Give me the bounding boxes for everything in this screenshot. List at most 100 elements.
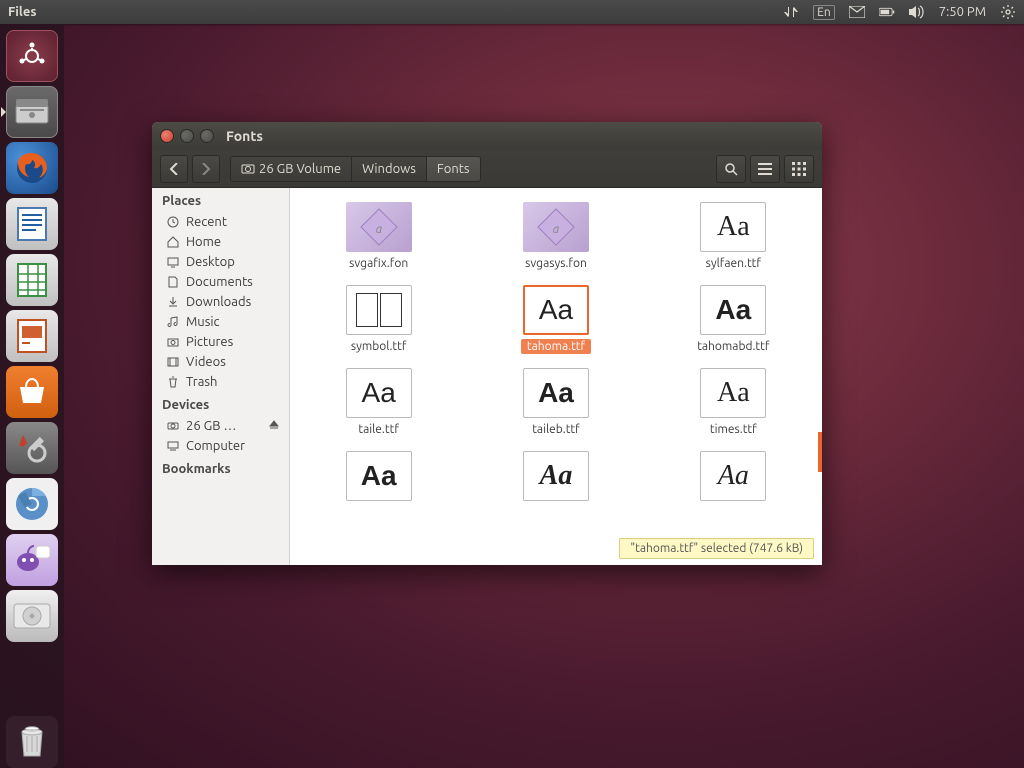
battery-icon[interactable] [879,4,895,20]
computer-icon [166,439,180,453]
file-name: tahomabd.ttf [691,339,775,354]
breadcrumb: 26 GB Volume Windows Fonts [230,156,481,182]
download-icon [166,295,180,309]
font-thumb-icon: Aa [523,285,589,335]
sidebar-item-home[interactable]: Home [152,232,289,252]
mail-icon[interactable] [849,4,865,20]
svg-text:a: a [553,223,560,236]
breadcrumb-item-windows[interactable]: Windows [352,157,427,181]
scrollbar-indicator[interactable] [818,432,822,472]
file-name [727,505,739,507]
svg-text:a: a [375,223,382,236]
file-name [550,505,562,507]
window-maximize-button[interactable] [200,129,214,143]
drive-icon [166,419,180,433]
file-name: tahoma.ttf [521,339,591,354]
file-name [373,505,385,507]
sidebar-item-volume[interactable]: 26 GB … [152,416,289,436]
sidebar-item-recent[interactable]: Recent [152,212,289,232]
file-item[interactable]: symbol.ttf [343,283,415,356]
file-item[interactable]: Aa [521,449,591,509]
dash-icon[interactable] [6,30,58,82]
camera-icon [166,335,180,349]
sidebar-item-videos[interactable]: Videos [152,352,289,372]
font-thumb-icon: Aa [700,285,766,335]
unity-launcher [0,24,64,768]
file-item[interactable]: Aa [698,449,768,509]
font-thumb-icon: a [346,202,412,252]
sidebar-item-desktop[interactable]: Desktop [152,252,289,272]
file-item[interactable]: Aasylfaen.ttf [698,200,769,273]
files-window: Fonts 26 GB Volume Windows Fonts Places … [152,122,822,565]
file-item[interactable]: Aa tahomabd.ttf [689,283,777,356]
top-menubar: Files En 7:50 PM [0,0,1024,24]
file-item[interactable]: a svgafix.fon [341,200,416,273]
calc-launcher-icon[interactable] [6,254,58,306]
trash-launcher-icon[interactable] [6,716,58,768]
breadcrumb-volume[interactable]: 26 GB Volume [231,157,352,181]
window-title: Fonts [226,128,263,144]
volume-icon[interactable] [909,4,925,20]
file-item[interactable]: Aa [344,449,414,509]
font-thumb-icon: Aa [700,451,766,501]
sidebar-heading-devices: Devices [152,392,289,416]
file-item[interactable]: Aatimes.ttf [698,366,768,439]
software-center-launcher-icon[interactable] [6,366,58,418]
clock-icon [166,215,180,229]
gear-icon[interactable] [1000,4,1016,20]
sidebar-item-documents[interactable]: Documents [152,272,289,292]
view-list-button[interactable] [750,155,780,183]
sidebar-item-pictures[interactable]: Pictures [152,332,289,352]
window-close-button[interactable] [160,129,174,143]
file-item[interactable]: Aataileb.ttf [521,366,591,439]
files-launcher-icon[interactable] [6,86,58,138]
home-icon [166,235,180,249]
music-icon [166,315,180,329]
document-icon [166,275,180,289]
file-item[interactable]: a svgasys.fon [517,200,595,273]
font-thumb-icon: Aa [346,368,412,418]
writer-launcher-icon[interactable] [6,198,58,250]
video-icon [166,355,180,369]
file-name: sylfaen.ttf [700,256,767,271]
window-minimize-button[interactable] [180,129,194,143]
file-item-selected[interactable]: Aa tahoma.ttf [519,283,593,356]
network-icon[interactable] [783,4,799,20]
breadcrumb-item-fonts[interactable]: Fonts [427,157,480,181]
font-thumb-icon: Aa [346,451,412,501]
sidebar-heading-places: Places [152,188,289,212]
impress-launcher-icon[interactable] [6,310,58,362]
file-name: taileb.ttf [526,422,585,437]
keyboard-indicator[interactable]: En [813,5,835,20]
view-grid-button[interactable] [784,155,814,183]
file-name: svgasys.fon [519,256,593,271]
active-app-label[interactable]: Files [8,5,36,19]
settings-launcher-icon[interactable] [6,422,58,474]
sidebar-item-music[interactable]: Music [152,312,289,332]
firefox-launcher-icon[interactable] [6,142,58,194]
eject-icon[interactable] [269,419,279,433]
sidebar: Places Recent Home Desktop Documents Dow… [152,188,290,565]
disk-launcher-icon[interactable] [6,590,58,642]
pidgin-launcher-icon[interactable] [6,534,58,586]
clock[interactable]: 7:50 PM [939,5,986,19]
nav-forward-button[interactable] [192,155,220,183]
sidebar-item-downloads[interactable]: Downloads [152,292,289,312]
file-name: times.ttf [704,422,763,437]
file-item[interactable]: Aa taile.ttf [344,366,414,439]
font-thumb-icon [346,285,412,335]
font-thumb-icon: a [523,202,589,252]
nav-back-button[interactable] [160,155,188,183]
file-name: symbol.ttf [345,339,413,354]
sidebar-item-computer[interactable]: Computer [152,436,289,456]
file-name: svgafix.fon [343,256,414,271]
window-titlebar[interactable]: Fonts [152,122,822,150]
font-thumb-icon: Aa [523,451,589,501]
file-name: taile.ttf [352,422,405,437]
sidebar-item-trash[interactable]: Trash [152,372,289,392]
trash-icon [166,375,180,389]
chromium-launcher-icon[interactable] [6,478,58,530]
status-bar: "tahoma.ttf" selected (747.6 kB) [619,538,814,559]
search-button[interactable] [716,155,746,183]
file-grid[interactable]: asvgafix.fon asvgasys.fon Aasylfaen.ttf … [290,188,822,565]
